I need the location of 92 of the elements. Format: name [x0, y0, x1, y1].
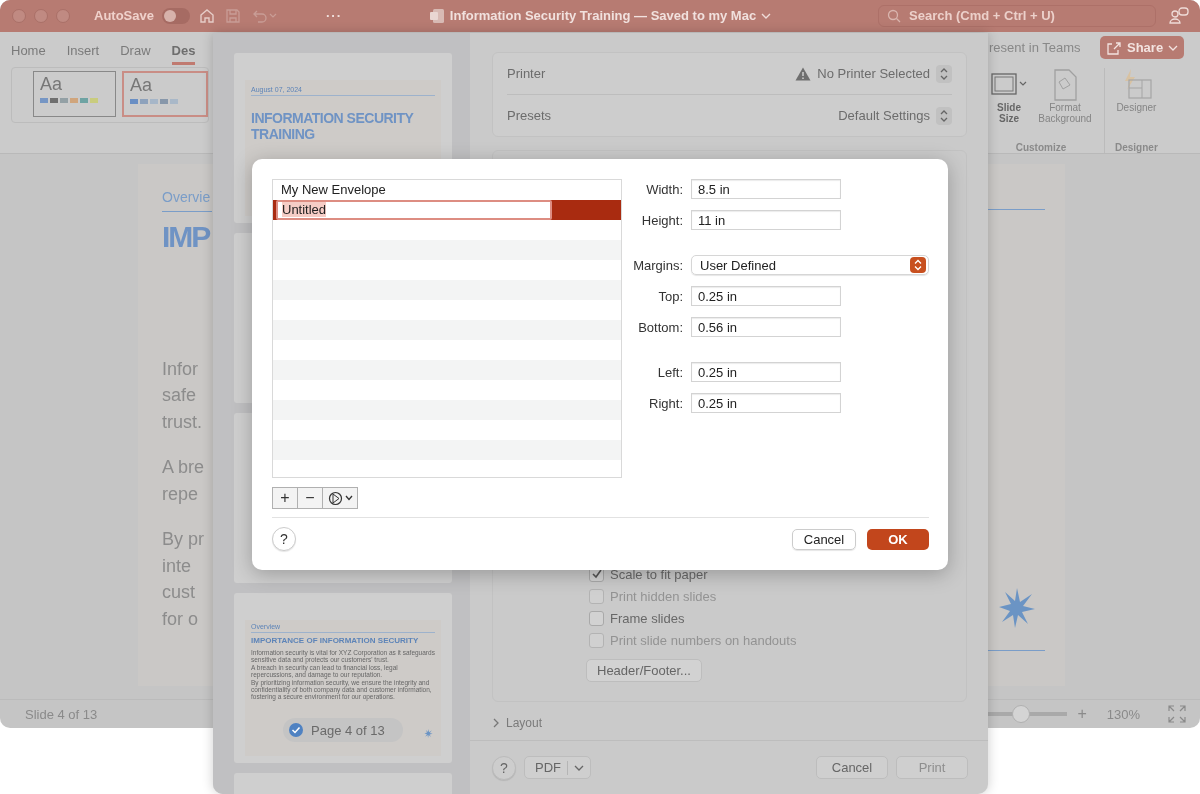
- slider-thumb[interactable]: [1011, 705, 1030, 723]
- stepper-icon[interactable]: [936, 106, 952, 125]
- search-field[interactable]: Search (Cmd + Ctrl + U): [878, 4, 1156, 27]
- autosave-label: AutoSave: [94, 8, 154, 24]
- checkbox-label: Scale to fit paper: [610, 566, 708, 582]
- ok-button[interactable]: OK: [867, 528, 929, 550]
- more-button[interactable]: ···: [325, 8, 342, 24]
- checkbox-label: Frame slides: [610, 610, 685, 626]
- field-label: Height:: [640, 212, 683, 228]
- dimension-field[interactable]: 11 in: [691, 210, 841, 230]
- chevron-icon[interactable]: [761, 11, 772, 20]
- theme-thumbnail[interactable]: Aa: [122, 70, 208, 117]
- cancel-button[interactable]: Cancel: [792, 528, 856, 550]
- body-text: for o: [162, 607, 200, 631]
- list-tool-button[interactable]: −: [297, 487, 323, 509]
- cancel-button[interactable]: Cancel: [816, 756, 888, 779]
- chevron-icon: [574, 763, 584, 772]
- list-item[interactable]: Untitled: [273, 200, 621, 220]
- field-label: Left:: [656, 364, 683, 380]
- dimension-field[interactable]: 0.25 in: [691, 286, 841, 306]
- dimension-field[interactable]: 0.56 in: [691, 317, 841, 337]
- popup-button[interactable]: Default Settings: [838, 108, 930, 123]
- checkmark-icon: [289, 723, 303, 737]
- slide-title: INFORMATION SECURITY TRAINING: [251, 110, 415, 142]
- dimension-field[interactable]: 0.25 in: [691, 362, 841, 382]
- share-button[interactable]: Share: [1100, 36, 1185, 60]
- zoom-button[interactable]: [56, 8, 70, 23]
- action-menu-button[interactable]: [322, 487, 358, 509]
- ribbon-tab[interactable]: Insert: [66, 38, 100, 65]
- ribbon-button[interactable]: Slide Size: [988, 67, 1030, 142]
- ribbon-tab[interactable]: Des: [171, 38, 196, 65]
- field-label: Margins:: [632, 257, 683, 273]
- section-label: Overvie: [162, 188, 211, 205]
- dimension-field[interactable]: 8.5 in: [691, 179, 841, 199]
- dimension-field[interactable]: 0.25 in: [691, 393, 841, 413]
- field-label: Top:: [657, 288, 683, 304]
- theme-thumbnail[interactable]: Aa: [33, 70, 116, 117]
- pdf-menu-button[interactable]: PDF: [524, 756, 591, 779]
- chevron-icon: [1168, 43, 1179, 52]
- disclosure-icon[interactable]: [492, 718, 500, 728]
- stepper-icon[interactable]: [936, 64, 952, 83]
- setting-label: Printer: [507, 66, 546, 81]
- stepper-icon: [910, 257, 926, 273]
- body-text: inte: [162, 554, 193, 578]
- body-text: By pr: [162, 528, 205, 552]
- document-title: Information Security Training — Saved to my Mac: [449, 8, 757, 24]
- body-text: repe: [162, 482, 200, 506]
- body-text: A bre: [162, 456, 205, 480]
- field-label: Right:: [648, 395, 683, 411]
- home-icon[interactable]: [197, 6, 216, 25]
- ribbon-tab[interactable]: Draw: [120, 38, 151, 65]
- popup-button[interactable]: No Printer Selected: [817, 66, 930, 81]
- zoom-in-button[interactable]: +: [1077, 705, 1087, 723]
- group-label: Designer: [1115, 141, 1158, 153]
- save-icon[interactable]: [223, 6, 242, 25]
- people-icon[interactable]: [1168, 5, 1190, 26]
- star-icon: [998, 587, 1035, 628]
- search-icon: [887, 8, 901, 23]
- document-icon: [428, 7, 445, 24]
- list-tool-button[interactable]: +: [272, 487, 298, 509]
- field-label: Width:: [645, 181, 683, 197]
- close-button[interactable]: [12, 8, 26, 23]
- warning-icon: [795, 66, 812, 81]
- help-button[interactable]: ?: [272, 527, 296, 551]
- present-in-teams-button[interactable]: resent in Teams: [988, 40, 1089, 56]
- group-label: Customize: [1015, 141, 1067, 153]
- setting-label: Presets: [507, 108, 552, 123]
- body-text: Infor: [162, 357, 200, 381]
- theme-sample-text: Aa: [130, 74, 154, 96]
- share-icon: [1106, 40, 1122, 55]
- theme-sample-text: Aa: [40, 73, 64, 95]
- chevron-icon: [344, 495, 353, 501]
- margins-dropdown[interactable]: User Defined: [691, 255, 929, 275]
- slide-title: IMPORTANCE OF INFORMATION SECURITY: [251, 636, 420, 645]
- body-text: trust.: [162, 410, 203, 434]
- ribbon-tab[interactable]: Home: [11, 38, 46, 65]
- slide-title: IMP: [162, 219, 210, 254]
- page-thumbnail[interactable]: [234, 593, 452, 763]
- section-header[interactable]: Layout: [506, 716, 543, 730]
- help-button[interactable]: ?: [492, 755, 516, 780]
- body-text: cust: [162, 581, 196, 605]
- checkbox[interactable]: [589, 610, 604, 626]
- autosave-toggle[interactable]: [161, 7, 190, 24]
- body-text: safe: [162, 384, 198, 408]
- header-footer-button[interactable]: Header/Footer...: [586, 659, 702, 682]
- zoom-level[interactable]: 130%: [1106, 706, 1140, 722]
- star-icon: [424, 729, 433, 738]
- slide-counter: Slide 4 of 13: [25, 706, 98, 722]
- fit-to-window-icon[interactable]: [1168, 705, 1186, 723]
- page-indicator-text: Page 4 of 13: [311, 722, 385, 738]
- minimize-button[interactable]: [34, 8, 48, 23]
- field-label: Bottom:: [637, 319, 683, 335]
